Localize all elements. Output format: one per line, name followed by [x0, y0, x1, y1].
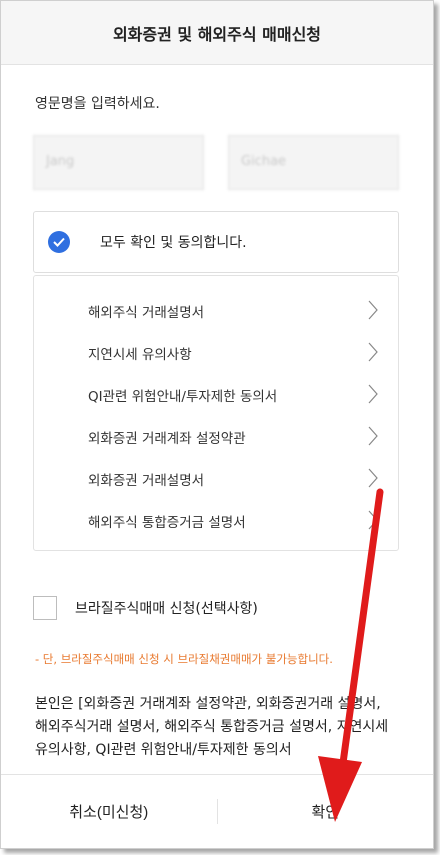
agree-all-label: 모두 확인 및 동의합니다. [100, 235, 247, 251]
term-label: 외화증권 거래설명서 [88, 473, 205, 489]
chevron-right-icon [368, 342, 378, 362]
term-label: QI관련 위험안내/투자제한 동의서 [88, 389, 278, 405]
term-label: 해외주식 통합증거금 설명서 [88, 515, 246, 531]
terms-list: 해외주식 거래설명서 지연시세 유의사항 QI관련 위험안내/투자제한 동의서 … [33, 275, 399, 551]
brazil-option-row[interactable]: 브라질주식매매 신청(선택사항) [33, 593, 258, 623]
check-circle-icon[interactable] [48, 231, 70, 253]
term-item-overseas-stock-trading[interactable]: 해외주식 거래설명서 [34, 290, 398, 332]
agree-all-row[interactable]: 모두 확인 및 동의합니다. [33, 211, 399, 273]
chevron-right-icon [368, 384, 378, 404]
bottom-action-bar: 취소(미신청) 확인 [1, 774, 433, 848]
dialog-title: 외화증권 및 해외주식 매매신청 [112, 24, 322, 44]
term-label: 지연시세 유의사항 [88, 347, 192, 363]
dialog-content[interactable]: 영문명을 입력하세요. Jang Gichae 모두 확인 및 동의합니다. 해… [1, 65, 433, 774]
dialog-header: 외화증권 및 해외주식 매매신청 [1, 1, 433, 65]
term-item-integrated-margin[interactable]: 해외주식 통합증거금 설명서 [34, 500, 398, 542]
brazil-checkbox[interactable] [33, 596, 57, 620]
term-label: 해외주식 거래설명서 [88, 305, 205, 321]
confirm-button[interactable]: 확인 [217, 775, 433, 848]
brazil-warning: - 단, 브라질주식매매 신청 시 브라질채권매매가 불가능합니다. [35, 652, 333, 666]
first-name-field[interactable]: Jang [33, 135, 204, 190]
chevron-right-icon [368, 468, 378, 488]
chevron-right-icon [368, 510, 378, 530]
term-label: 외화증권 거래계좌 설정약관 [88, 431, 246, 447]
term-item-delayed-quotes[interactable]: 지연시세 유의사항 [34, 332, 398, 374]
consent-text: 본인은 [외화증권 거래계좌 설정약관, 외화증권거래 설명서, 해외주식거래 … [35, 696, 389, 758]
chevron-right-icon [368, 426, 378, 446]
last-name-field[interactable]: Gichae [228, 135, 399, 190]
brazil-label: 브라질주식매매 신청(선택사항) [75, 601, 258, 617]
term-item-account-terms[interactable]: 외화증권 거래계좌 설정약관 [34, 416, 398, 458]
chevron-right-icon [368, 300, 378, 320]
dialog-window: 외화증권 및 해외주식 매매신청 영문명을 입력하세요. Jang Gichae… [0, 0, 434, 849]
english-name-prompt: 영문명을 입력하세요. [35, 96, 160, 112]
term-item-qi-risk[interactable]: QI관련 위험안내/투자제한 동의서 [34, 374, 398, 416]
cancel-button[interactable]: 취소(미신청) [1, 775, 217, 848]
term-item-foreign-securities[interactable]: 외화증권 거래설명서 [34, 458, 398, 500]
